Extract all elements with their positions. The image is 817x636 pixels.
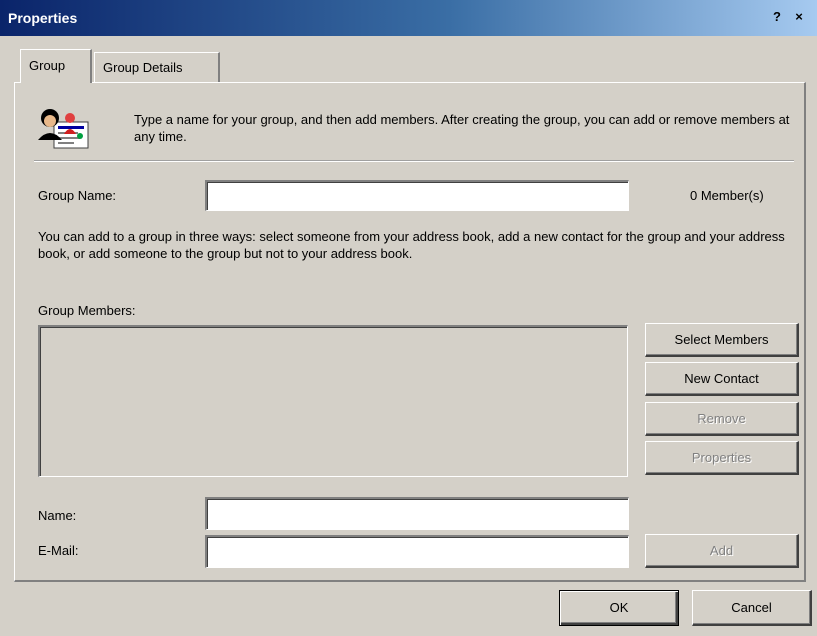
intro-text: Type a name for your group, and then add… <box>134 112 790 144</box>
help-button[interactable]: ? <box>768 9 786 25</box>
new-contact-button[interactable]: New Contact <box>645 362 799 396</box>
email-label: E-Mail: <box>38 543 79 558</box>
group-members-list[interactable] <box>38 325 628 477</box>
separator <box>34 160 794 162</box>
name-input[interactable] <box>207 499 628 529</box>
close-button[interactable]: × <box>790 9 808 25</box>
title-bar: Properties <box>0 0 817 36</box>
add-button[interactable]: Add <box>645 534 799 568</box>
properties-button[interactable]: Properties <box>645 441 799 475</box>
ok-button[interactable]: OK <box>559 590 679 626</box>
tab-group-label: Group <box>29 58 66 73</box>
group-members-label: Group Members: <box>38 303 136 318</box>
name-label: Name: <box>38 508 77 523</box>
name-field[interactable] <box>205 497 629 530</box>
group-people-icon <box>36 106 92 150</box>
email-field[interactable] <box>205 535 629 568</box>
tab-group-details[interactable]: Group Details <box>94 52 220 82</box>
cancel-button[interactable]: Cancel <box>692 590 812 626</box>
email-input[interactable] <box>207 537 628 567</box>
window-title: Properties <box>8 10 78 26</box>
member-count: 0 Member(s) <box>690 188 764 203</box>
tab-group-details-label: Group Details <box>103 60 183 75</box>
group-name-input[interactable] <box>207 182 628 210</box>
add-description: You can add to a group in three ways: se… <box>38 229 785 261</box>
group-name-field[interactable] <box>205 180 629 211</box>
group-name-label: Group Name: <box>38 188 117 203</box>
tab-group[interactable]: Group <box>20 49 92 83</box>
select-members-button[interactable]: Select Members <box>645 323 799 357</box>
remove-button[interactable]: Remove <box>645 402 799 436</box>
